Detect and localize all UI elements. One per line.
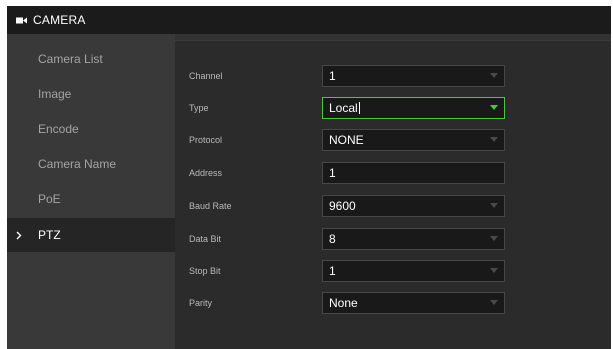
channel-label: Channel <box>189 71 223 81</box>
parity-label: Parity <box>189 298 213 308</box>
stop-bit-label: Stop Bit <box>189 266 221 276</box>
parity-row: Parity None <box>175 292 611 314</box>
camera-settings-window: CAMERA Camera List Image Encode Camera N… <box>7 6 611 349</box>
channel-row: Channel 1 <box>175 65 611 87</box>
data-bit-select[interactable]: 8 <box>322 228 505 250</box>
channel-select[interactable]: 1 <box>322 65 505 87</box>
sidebar-item-camera-list[interactable]: Camera List <box>7 42 175 76</box>
sidebar-item-label: Encode <box>38 122 79 136</box>
sidebar: Camera List Image Encode Camera Name PoE… <box>7 34 175 349</box>
panel-top-strip <box>175 34 611 41</box>
sidebar-item-ptz[interactable]: PTZ <box>7 218 175 252</box>
chevron-down-icon <box>490 105 498 110</box>
header-bar: CAMERA <box>7 6 611 34</box>
baud-rate-select[interactable]: 9600 <box>322 195 505 217</box>
address-value: 1 <box>329 166 336 180</box>
sidebar-item-label: Image <box>38 87 72 101</box>
sidebar-item-encode[interactable]: Encode <box>7 112 175 146</box>
chevron-down-icon <box>490 268 498 273</box>
text-cursor <box>358 101 360 114</box>
protocol-row: Protocol NONE <box>175 129 611 151</box>
parity-select[interactable]: None <box>322 292 505 314</box>
protocol-value: NONE <box>329 133 364 147</box>
stop-bit-select[interactable]: 1 <box>322 260 505 282</box>
data-bit-label: Data Bit <box>189 234 222 244</box>
stop-bit-value: 1 <box>329 264 336 278</box>
chevron-down-icon <box>490 300 498 305</box>
address-row: Address 1 <box>175 162 611 184</box>
protocol-select[interactable]: NONE <box>322 129 505 151</box>
sidebar-item-label: Camera Name <box>38 157 117 171</box>
sidebar-item-camera-name[interactable]: Camera Name <box>7 147 175 181</box>
stop-bit-row: Stop Bit 1 <box>175 260 611 282</box>
sidebar-item-label: Camera List <box>38 52 103 66</box>
type-value-wrap: Local <box>329 98 360 118</box>
type-select[interactable]: Local <box>322 97 505 119</box>
baud-rate-row: Baud Rate 9600 <box>175 195 611 217</box>
type-row: Type Local <box>175 97 611 119</box>
parity-value: None <box>329 296 358 310</box>
sidebar-item-image[interactable]: Image <box>7 77 175 111</box>
chevron-right-icon <box>16 218 22 252</box>
protocol-label: Protocol <box>189 135 223 145</box>
baud-rate-label: Baud Rate <box>189 201 232 211</box>
sidebar-item-label: PoE <box>38 192 61 206</box>
type-value: Local <box>329 101 358 115</box>
chevron-down-icon <box>490 236 498 241</box>
address-input[interactable]: 1 <box>322 162 505 184</box>
address-label: Address <box>189 168 223 178</box>
chevron-down-icon <box>490 137 498 142</box>
data-bit-value: 8 <box>329 232 336 246</box>
baud-rate-value: 9600 <box>329 199 356 213</box>
sidebar-item-poe[interactable]: PoE <box>7 182 175 216</box>
chevron-down-icon <box>490 73 498 78</box>
channel-value: 1 <box>329 69 336 83</box>
page-title: CAMERA <box>33 13 86 27</box>
video-camera-icon <box>16 17 27 24</box>
sidebar-item-label: PTZ <box>38 228 61 242</box>
type-label: Type <box>189 103 209 113</box>
ptz-settings-panel: Channel 1 Type Local Protocol NONE Addre… <box>175 34 611 349</box>
data-bit-row: Data Bit 8 <box>175 228 611 250</box>
chevron-down-icon <box>490 203 498 208</box>
